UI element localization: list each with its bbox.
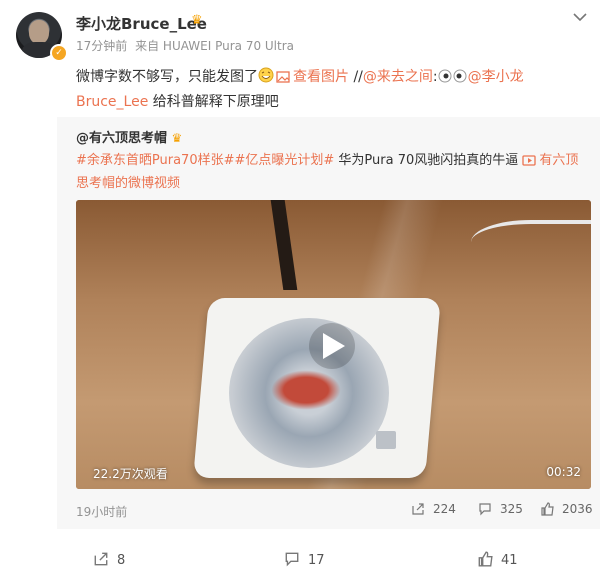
verified-badge-icon: ✓ [50,44,68,62]
repost-share-stat[interactable]: 224 [411,502,456,516]
crown-icon[interactable]: ♛ [191,13,207,29]
comment-icon [478,502,500,516]
share-count: 8 [117,553,126,568]
post-text: 微博字数不够写，只能发图了 查看图片 //@来去之间: @李小龙Bruce_Lee … [76,66,566,114]
repost-like-stat[interactable]: 2036 [540,502,593,516]
repost-author-name[interactable]: @有六顶思考帽 [76,131,167,146]
image-icon [276,68,290,91]
repost-slashes: // [349,69,363,85]
post-text-main: 微博字数不够写，只能发图了 [76,69,258,85]
repost-comment-stat[interactable]: 325 [478,502,523,516]
comment-icon [284,552,308,568]
like-icon [477,551,501,568]
share-icon [411,502,433,516]
device-logo [376,431,396,449]
post-text-tail: 给科普解释下原理吧 [148,94,279,110]
post-source: 来自 HUAWEI Pura 70 Ultra [135,39,295,53]
repost-body: 华为Pura 70风驰闪拍真的牛逼 [334,153,523,168]
laugh-emoji-icon [258,67,274,91]
crown-icon: ♛ [171,131,183,145]
like-count: 41 [501,553,518,568]
repost-time[interactable]: 19小时前 [76,503,127,520]
post-meta: 17分钟前 来自 HUAWEI Pura 70 Ultra [76,37,294,54]
post-time[interactable]: 17分钟前 [76,39,127,53]
view-image-label: 查看图片 [293,69,349,85]
video-views: 22.2万次观看 [93,467,168,481]
mention-laiqu[interactable]: @来去之间 [363,69,433,85]
repost-text: #余承东首晒Pura70样张##亿点曝光计划# 华为Pura 70风驰闪拍真的牛… [76,150,590,194]
author-name[interactable]: 李小龙Bruce_Lee [76,13,207,34]
chevron-down-icon[interactable] [568,10,592,28]
share-button[interactable]: 8 [93,551,125,568]
hashtag-exposure[interactable]: #亿点曝光计划# [235,153,335,168]
eye-emoji-icon [438,68,468,91]
video-icon [522,152,537,173]
repost-comment-count: 325 [500,502,523,516]
cable [471,220,591,264]
video-player[interactable]: 22.2万次观看 00:32 [76,200,591,489]
comment-button[interactable]: 17 [284,551,325,568]
comment-count: 17 [308,553,325,568]
speaker-blur [271,370,341,410]
repost-author[interactable]: @有六顶思考帽 ♛ [76,127,182,146]
video-duration: 00:32 [546,465,581,479]
share-icon [93,552,117,568]
repost-share-count: 224 [433,502,456,516]
hashtag-yu[interactable]: #余承东首晒Pura70样张# [76,153,235,168]
play-icon[interactable] [323,333,345,359]
like-icon [540,502,562,516]
like-button[interactable]: 41 [477,551,518,568]
repost-like-count: 2036 [562,502,593,516]
view-image-link[interactable]: 查看图片 [274,69,349,85]
